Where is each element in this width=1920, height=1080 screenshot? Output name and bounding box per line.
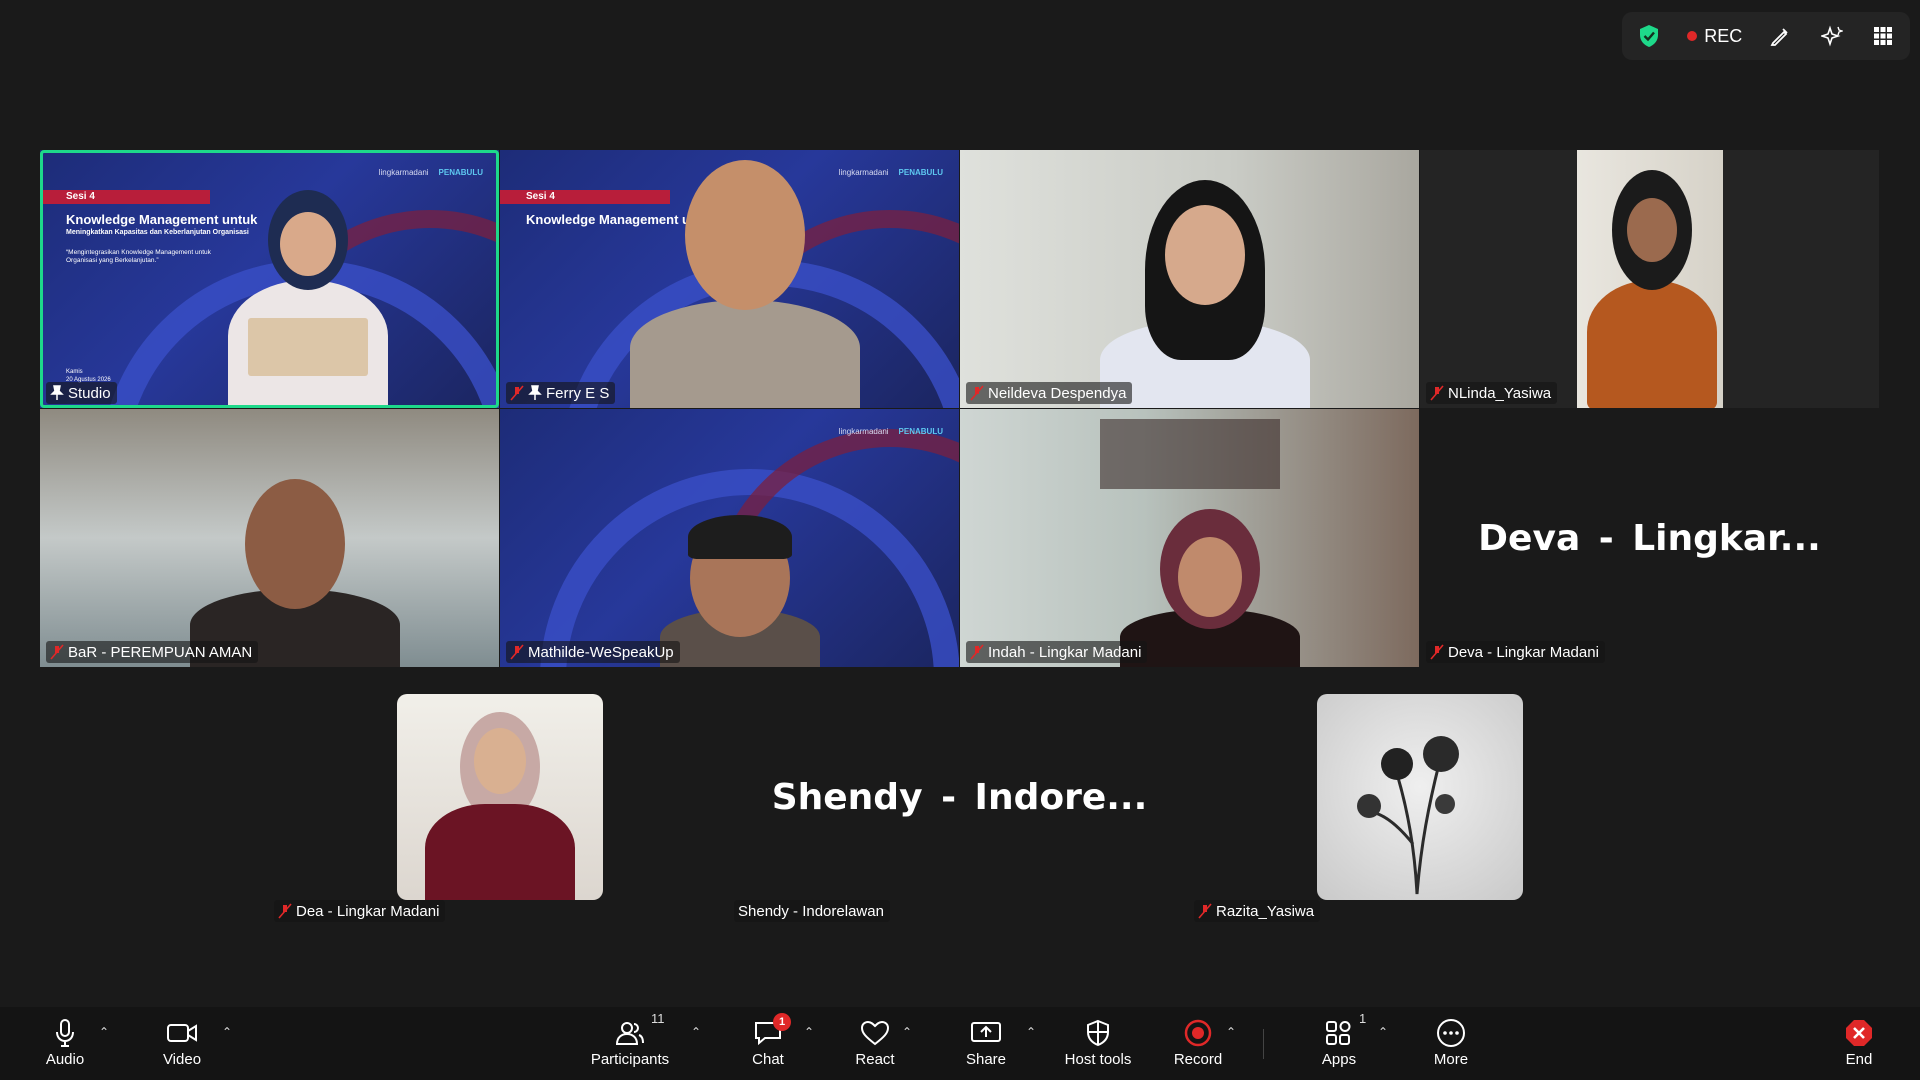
share-options-caret[interactable]: ⌃ <box>1026 1025 1036 1039</box>
record-button[interactable]: Record <box>1171 1007 1225 1080</box>
react-options-caret[interactable]: ⌃ <box>902 1025 912 1039</box>
video-tile-razita[interactable]: Razita_Yasiwa <box>1190 668 1649 926</box>
participant-name-tag: Razita_Yasiwa <box>1194 900 1321 922</box>
meeting-top-controls: REC <box>1622 12 1910 60</box>
chat-button[interactable]: 1 Chat <box>748 1007 791 1080</box>
video-tile-bar[interactable]: BaR - PEREMPUAN AMAN <box>40 409 499 667</box>
mic-muted-icon <box>1430 644 1444 660</box>
participant-name-tag: Mathilde-WeSpeakUp <box>506 641 680 663</box>
toolbar-divider <box>1263 1029 1264 1059</box>
share-button[interactable]: Share <box>964 1007 1008 1080</box>
mic-muted-icon <box>50 644 64 660</box>
participant-video <box>190 479 400 667</box>
apps-icon <box>1326 1021 1351 1045</box>
participant-video <box>660 515 820 667</box>
pin-icon <box>50 385 64 400</box>
participant-name-tag: Deva - Lingkar Madani <box>1426 641 1605 663</box>
participant-video <box>1577 150 1723 408</box>
meeting-toolbar: Audio ⌃ Video ⌃ Participants 11 ⌃ 1 Chat… <box>0 1007 1920 1080</box>
mic-muted-icon <box>510 644 524 660</box>
video-tile-deva[interactable]: Deva - Lingkar... Deva - Lingkar Madani <box>1420 409 1879 667</box>
heart-icon <box>860 1020 890 1046</box>
camera-off-display-name: Shendy - Indore... <box>771 776 1148 818</box>
participant-video <box>630 160 860 408</box>
participant-name-tag: Ferry E S <box>506 382 616 404</box>
audio-button[interactable]: Audio <box>40 1007 90 1080</box>
mic-muted-icon <box>278 903 292 919</box>
video-tile-ferry[interactable]: Sesi 4 Knowledge Management untuk lingka… <box>500 150 959 408</box>
participant-video <box>208 180 408 408</box>
react-button[interactable]: React <box>853 1007 897 1080</box>
profile-picture <box>397 694 603 900</box>
participant-name-tag: Studio <box>46 382 117 404</box>
annotate-pen-icon[interactable] <box>1767 23 1793 49</box>
video-tile-studio[interactable]: Sesi 4 Knowledge Management untuk Mening… <box>40 150 499 408</box>
apps-count: 1 <box>1359 1011 1367 1026</box>
video-tile-mathilde[interactable]: lingkarmadani PENABULU Mathilde-WeSpeakUp <box>500 409 959 667</box>
share-screen-icon <box>971 1022 1001 1042</box>
mic-muted-icon <box>970 644 984 660</box>
profile-picture <box>1317 694 1523 900</box>
participant-name-tag: BaR - PEREMPUAN AMAN <box>46 641 259 663</box>
more-dots-icon <box>1437 1019 1465 1047</box>
participants-options-caret[interactable]: ⌃ <box>691 1025 701 1039</box>
camera-off-display-name: Deva - Lingkar... <box>1478 517 1821 559</box>
microphone-icon <box>56 1019 74 1047</box>
video-camera-icon <box>167 1024 197 1042</box>
video-tile-nlinda[interactable]: NLinda_Yasiwa <box>1420 150 1879 408</box>
chat-unread-badge: 1 <box>773 1013 791 1031</box>
slide-session: Sesi 4 <box>40 190 210 204</box>
end-meeting-button[interactable]: End <box>1842 1007 1876 1080</box>
recording-dot-icon <box>1687 31 1698 41</box>
record-options-caret[interactable]: ⌃ <box>1226 1025 1236 1039</box>
video-tile-indah[interactable]: Indah - Lingkar Madani <box>960 409 1419 667</box>
host-tools-shield-icon <box>1087 1019 1109 1047</box>
participant-name-tag: Dea - Lingkar Madani <box>274 900 446 922</box>
mic-muted-icon <box>1198 903 1212 919</box>
video-tile-neildeva[interactable]: Neildeva Despendya <box>960 150 1419 408</box>
pin-icon <box>528 385 542 400</box>
participants-count: 11 <box>651 1011 665 1026</box>
participant-name-tag: Neildeva Despendya <box>966 382 1133 404</box>
video-tile-dea[interactable]: Dea - Lingkar Madani <box>270 668 729 926</box>
recording-indicator[interactable]: REC <box>1687 26 1742 47</box>
encryption-shield-icon[interactable] <box>1636 23 1662 49</box>
ai-companion-sparkle-icon[interactable] <box>1819 23 1845 49</box>
video-options-caret[interactable]: ⌃ <box>222 1025 232 1039</box>
record-icon <box>1184 1019 1212 1047</box>
mic-muted-icon <box>510 385 524 401</box>
end-close-icon <box>1846 1020 1872 1046</box>
video-tile-shendy[interactable]: Shendy - Indore... Shendy - Indorelawan <box>730 668 1189 926</box>
participant-video <box>1090 180 1320 408</box>
more-button[interactable]: More <box>1430 1007 1472 1080</box>
audio-options-caret[interactable]: ⌃ <box>99 1025 109 1039</box>
mic-muted-icon <box>1430 385 1444 401</box>
view-grid-icon[interactable] <box>1870 23 1896 49</box>
dried-flowers-image <box>1357 736 1459 895</box>
host-tools-button[interactable]: Host tools <box>1062 1007 1134 1080</box>
apps-button[interactable]: Apps <box>1319 1007 1359 1080</box>
mic-muted-icon <box>970 385 984 401</box>
video-button[interactable]: Video <box>155 1007 209 1080</box>
participant-name-tag: NLinda_Yasiwa <box>1426 382 1558 404</box>
participants-icon <box>615 1022 644 1045</box>
participant-name-tag: Indah - Lingkar Madani <box>966 641 1148 663</box>
apps-options-caret[interactable]: ⌃ <box>1378 1025 1388 1039</box>
slide-logos: lingkarmadani PENABULU <box>378 168 483 177</box>
participant-name-tag: Shendy - Indorelawan <box>734 900 890 922</box>
chat-options-caret[interactable]: ⌃ <box>804 1025 814 1039</box>
rec-label: REC <box>1704 25 1743 46</box>
